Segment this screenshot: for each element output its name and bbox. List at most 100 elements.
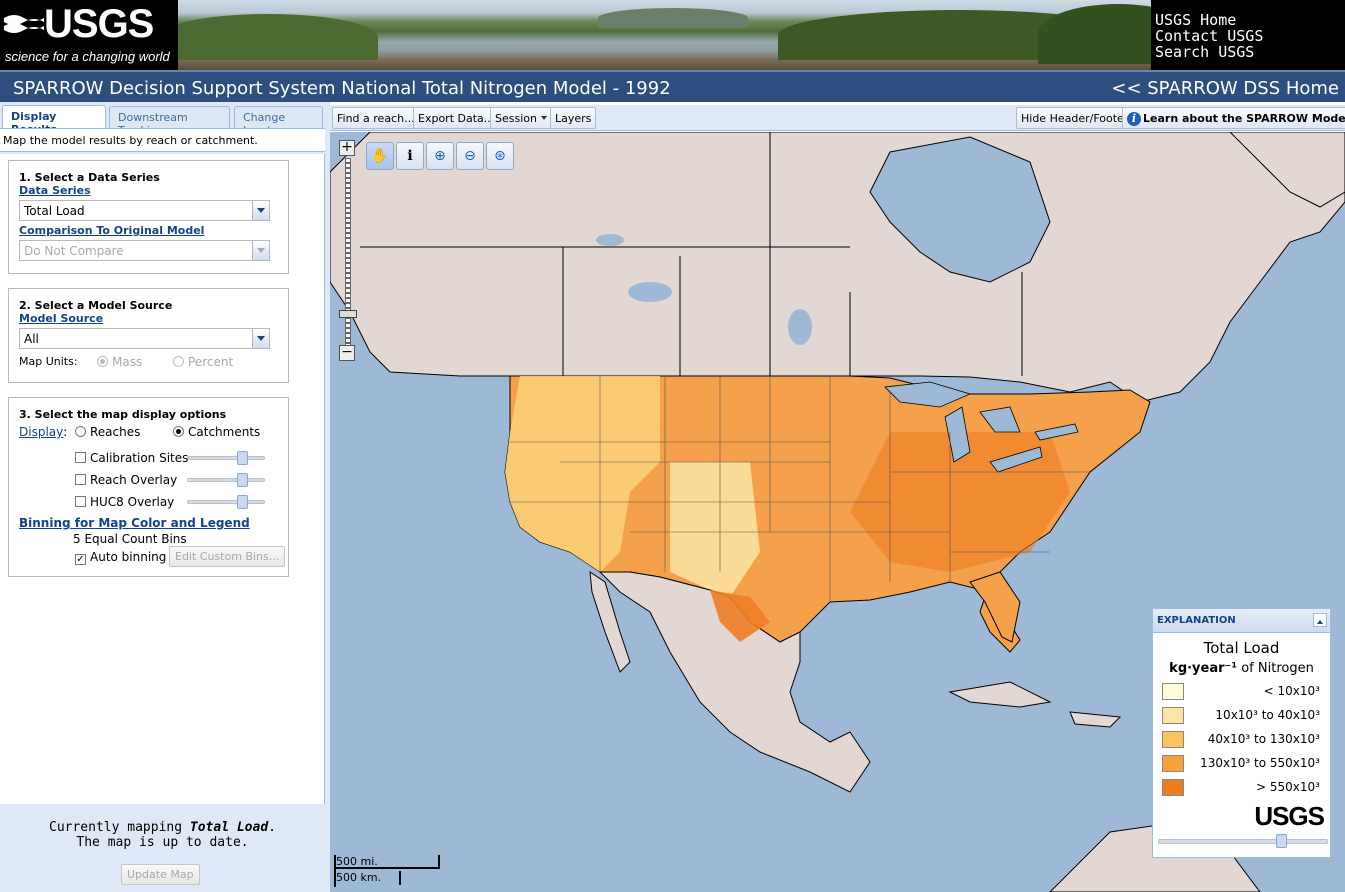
session-menu[interactable]: Session (490, 107, 552, 129)
chevron-down-icon[interactable] (252, 201, 269, 220)
zoom-thumb[interactable] (339, 310, 357, 318)
legend-swatch (1162, 683, 1184, 700)
legend-title: Total Load (1203, 639, 1280, 657)
export-data-button[interactable]: Export Data... (413, 107, 500, 129)
checkbox-icon[interactable] (75, 496, 86, 507)
display-row: Display: (19, 425, 68, 439)
radio-icon[interactable] (75, 426, 86, 437)
learn-sparrow-menu[interactable]: i Learn about the SPARROW Model (1122, 107, 1345, 129)
zoom-out-icon[interactable]: ⊖ (456, 142, 484, 170)
model-source-value: All (24, 332, 39, 346)
status-series: Total Load (189, 820, 269, 835)
slider-thumb[interactable] (237, 495, 248, 509)
edit-custom-bins-button[interactable]: Edit Custom Bins... (169, 546, 286, 567)
checkbox-icon[interactable] (75, 452, 86, 463)
legend-swatch (1162, 731, 1184, 748)
model-source-select[interactable]: All (19, 328, 270, 349)
calibration-sites-option[interactable]: Calibration Sites (75, 451, 188, 465)
legend-units-rest: of Nitrogen (1237, 661, 1314, 676)
scale-km: 500 km. (334, 871, 401, 885)
identify-icon[interactable]: i (396, 142, 424, 170)
chevron-down-icon (540, 116, 547, 123)
radio-icon[interactable] (173, 426, 184, 437)
slider-thumb[interactable] (237, 451, 248, 465)
reaches-label: Reaches (90, 425, 141, 439)
comparison-link[interactable]: Comparison To Original Model (19, 224, 288, 237)
banner-photo (178, 0, 1151, 70)
radio-icon[interactable] (97, 356, 108, 367)
section2-heading: 2. Select a Model Source (19, 299, 173, 312)
search-usgs-link[interactable]: Search USGS (1155, 44, 1263, 60)
legend-header-label: EXPLANATION (1157, 615, 1236, 626)
checkbox-icon[interactable]: ✓ (75, 554, 86, 565)
radio-icon[interactable] (173, 356, 184, 367)
display-link[interactable]: Display (19, 425, 63, 439)
comparison-select[interactable]: Do Not Compare (19, 240, 270, 261)
section1-heading: 1. Select a Data Series (19, 171, 160, 184)
legend-usgs-logo: USGS (1254, 801, 1325, 831)
update-map-button[interactable]: Update Map (121, 864, 200, 885)
legend-bin-3: 40x10³ to 130x10³ (1161, 731, 1326, 751)
tab-display-results[interactable]: Display Results (2, 105, 106, 136)
status-suffix: . (268, 820, 276, 835)
chevron-down-icon[interactable] (252, 329, 269, 348)
legend-panel: EXPLANATION Total Load kg·year⁻¹ of Nitr… (1152, 608, 1331, 858)
find-reach-button[interactable]: Find a reach... (332, 107, 420, 129)
display-reaches-option[interactable]: Reaches (75, 425, 140, 439)
huc8-opacity-slider[interactable] (187, 495, 265, 509)
layers-button[interactable]: Layers (550, 107, 597, 129)
usgs-logo[interactable]: USGS science for a changing world (0, 0, 178, 70)
pan-icon[interactable]: ✋ (366, 142, 394, 170)
scale-miles: 500 mi. (334, 855, 440, 869)
usgs-home-link[interactable]: USGS Home (1155, 12, 1263, 28)
hide-header-footer-button[interactable]: Hide Header/Footer (1016, 107, 1134, 129)
tab-downstream-tracking[interactable]: Downstream Tracking (109, 106, 230, 137)
huc8-overlay-option[interactable]: HUC8 Overlay (75, 495, 174, 509)
zoom-minus-icon[interactable]: − (339, 345, 355, 361)
display-options-section: 3. Select the map display options Displa… (8, 397, 289, 577)
legend-header: EXPLANATION (1153, 609, 1330, 633)
display-catchments-option[interactable]: Catchments (173, 425, 260, 439)
chevron-down-icon[interactable] (252, 241, 269, 260)
contact-usgs-link[interactable]: Contact USGS (1155, 28, 1263, 44)
reach-opacity-slider[interactable] (187, 473, 265, 487)
auto-binning-option[interactable]: ✓ Auto binning (75, 550, 166, 565)
calibration-sites-label: Calibration Sites (90, 451, 189, 465)
zoom-in-icon[interactable]: ⊕ (426, 142, 454, 170)
top-links: USGS Home Contact USGS Search USGS (1155, 12, 1263, 60)
reach-overlay-option[interactable]: Reach Overlay (75, 473, 177, 487)
info-icon: i (1127, 112, 1141, 126)
tab-change-inputs[interactable]: Change Inputs (234, 106, 323, 137)
calibration-opacity-slider[interactable] (187, 451, 265, 465)
legend-opacity-slider[interactable] (1158, 834, 1328, 848)
legend-bin-label: > 550x10³ (1256, 780, 1320, 794)
zoom-bar: + − (338, 140, 358, 362)
slider-thumb[interactable] (1276, 834, 1287, 848)
status-area: Currently mapping Total Load. The map is… (0, 804, 325, 892)
legend-units: kg·year⁻¹ of Nitrogen (1153, 661, 1330, 676)
zoom-track[interactable] (345, 158, 351, 348)
legend-bin-label: 40x10³ to 130x10³ (1207, 732, 1320, 746)
data-series-link[interactable]: Data Series (19, 184, 288, 197)
checkbox-icon[interactable] (75, 474, 86, 485)
legend-swatch (1162, 779, 1184, 796)
dss-home-link[interactable]: << SPARROW DSS Home (1111, 78, 1339, 99)
collapse-icon[interactable] (1313, 613, 1327, 627)
zoom-extent-icon[interactable]: ⊛ (486, 142, 514, 170)
legend-bin-label: 10x10³ to 40x10³ (1215, 708, 1320, 722)
data-series-value: Total Load (24, 204, 85, 218)
huc8-overlay-label: HUC8 Overlay (90, 495, 175, 509)
model-source-link[interactable]: Model Source (19, 312, 288, 325)
binning-link[interactable]: Binning for Map Color and Legend (19, 516, 250, 530)
map-toolbar: Find a reach... Export Data... Session L… (330, 105, 1345, 131)
legend-bin-1: < 10x10³ (1161, 683, 1326, 703)
legend-units-bold: kg·year⁻¹ (1169, 661, 1238, 676)
slider-thumb[interactable] (237, 473, 248, 487)
units-percent-option[interactable]: Percent (173, 355, 233, 369)
data-series-select[interactable]: Total Load (19, 200, 270, 221)
tab-strip: Display Results Downstream Tracking Chan… (0, 104, 325, 137)
units-mass-option[interactable]: Mass (97, 355, 142, 369)
title-bar: SPARROW Decision Support System National… (0, 70, 1345, 102)
zoom-plus-icon[interactable]: + (339, 140, 355, 156)
logo-tagline: science for a changing world (5, 49, 170, 64)
